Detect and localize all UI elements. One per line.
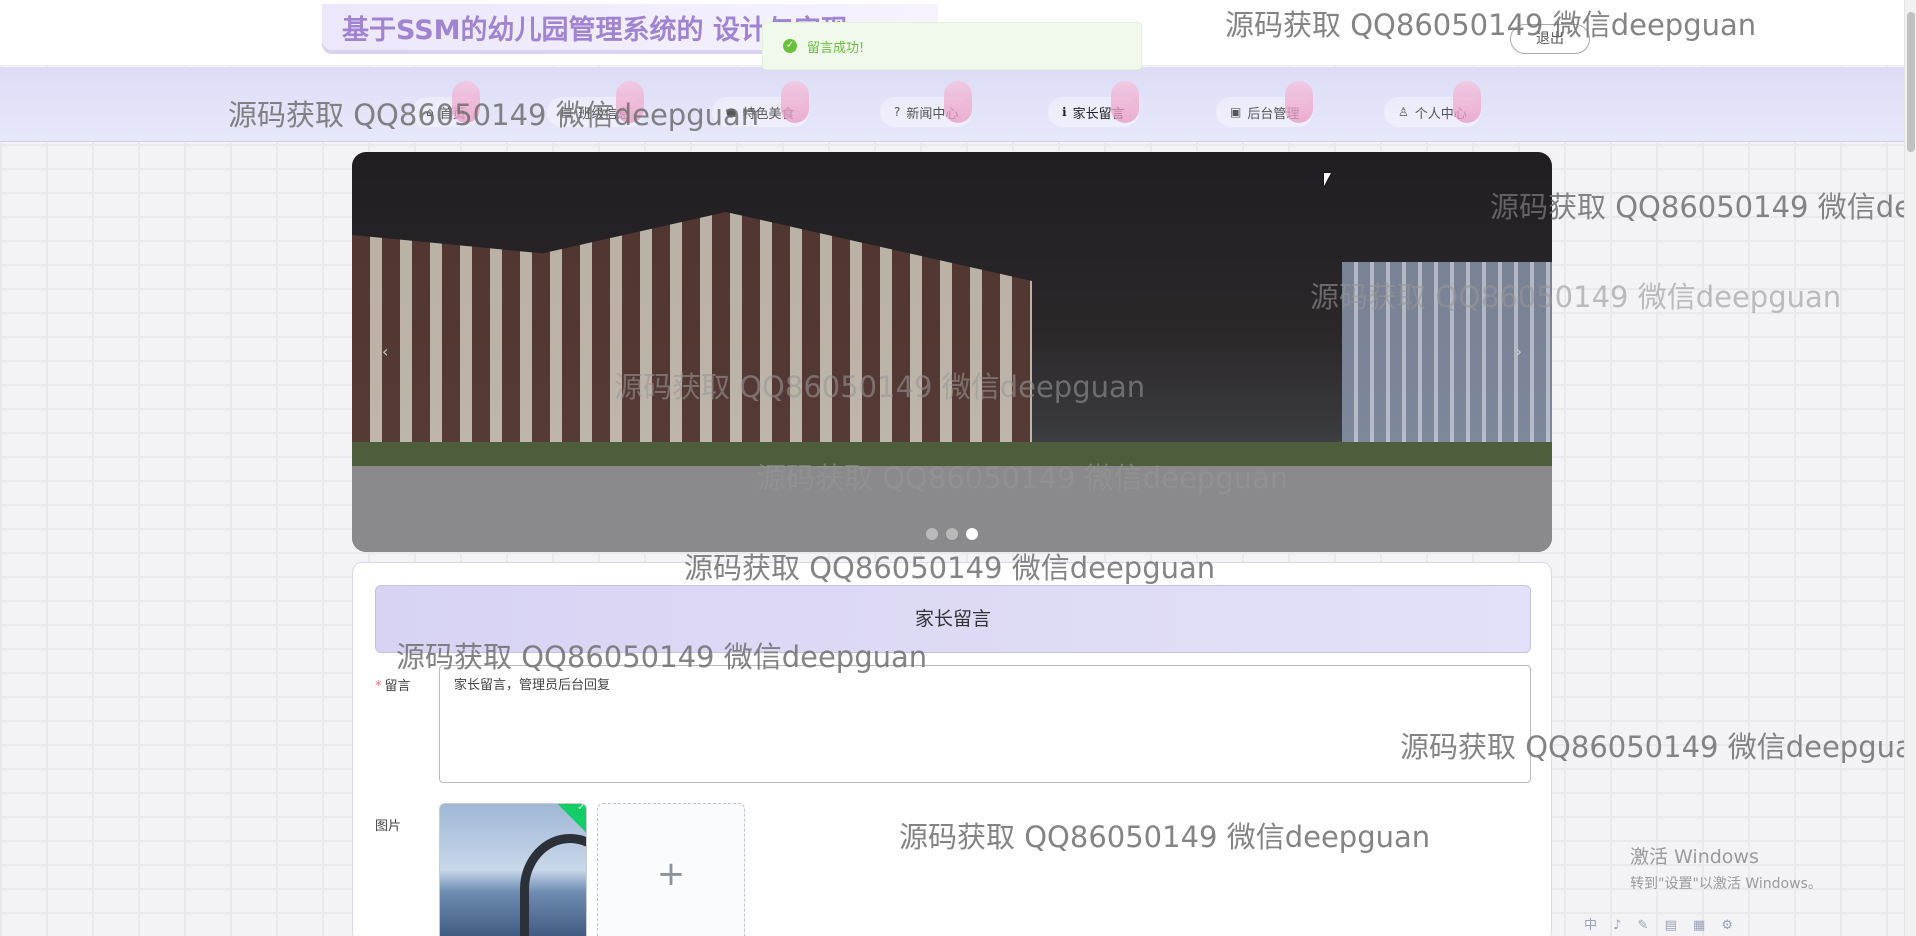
form-heading: 家长留言 [375,585,1531,653]
carousel-indicators [926,528,978,540]
clipboard-icon: ▣ [1230,105,1242,119]
info-icon: ℹ [1062,105,1067,119]
nav-decoration [780,81,809,123]
page-scrollbar[interactable] [1904,0,1916,936]
nav-item-admin[interactable]: ▣ 后台管理 [1216,81,1314,127]
carousel-prev-icon[interactable]: ‹ [382,342,388,361]
message-label: * 留言 [375,679,411,694]
nav-decoration [944,81,973,123]
system-tray: 中 ♪ ✎ ▤ ▦ ⚙ [1584,918,1740,933]
watermark: 源码获取 QQ86050149 微信deepguan [1490,190,1916,224]
scrollbar-thumb[interactable] [1907,12,1915,152]
banner-carousel: ‹ › [352,152,1552,552]
message-form-panel: 家长留言 * 留言 家长留言，管理员后台回复 图片 ✓ + [352,562,1552,936]
nav-item-food[interactable]: ● 特色美食 [712,81,809,127]
mouse-cursor-icon [1324,173,1331,186]
nav-item-parent-message[interactable]: ℹ 家长留言 [1048,81,1139,127]
nav-item-profile[interactable]: ♙ 个人中心 [1384,81,1481,127]
upload-success-badge: ✓ [555,803,586,835]
user-icon: ♙ [1398,105,1409,119]
main-nav: ⌂ 首页 ▤ 班级信息 ● 特色美食 ? 新闻中心 ℹ 家长留言 ▣ 后台管理 … [0,67,1904,142]
toast-message: 留言成功! [807,40,865,56]
required-mark: * [375,679,382,694]
carousel-next-icon[interactable]: › [1516,342,1522,361]
question-icon: ? [894,105,901,119]
check-icon: ✓ [577,803,586,813]
bridge-arc [520,834,586,936]
carousel-dot[interactable] [926,528,938,540]
check-circle-icon: ✓ [783,39,797,53]
list-icon: ▤ [561,105,573,119]
carousel-dot-active[interactable] [966,528,978,540]
nav-decoration [616,81,645,123]
nav-decoration [1452,81,1481,123]
home-icon: ⌂ [426,105,434,119]
nav-decoration [451,81,480,123]
uploaded-image-thumbnail[interactable]: ✓ [439,803,587,936]
nav-item-home[interactable]: ⌂ 首页 [412,81,480,127]
nav-decoration [1285,81,1314,123]
nav-decoration [1110,81,1139,123]
nav-item-class-info[interactable]: ▤ 班级信息 [547,81,645,127]
activate-hint: 转到"设置"以激活 Windows。 [1630,876,1822,892]
image-label: 图片 [375,819,402,834]
message-textarea[interactable]: 家长留言，管理员后台回复 [439,665,1531,783]
windows-activation-notice: 激活 Windows 转到"设置"以激活 Windows。 [1630,842,1822,893]
carousel-image [352,212,1032,442]
carousel-dot[interactable] [946,528,958,540]
food-icon: ● [726,105,737,119]
logout-button[interactable]: 退出 [1510,24,1590,54]
nav-item-news[interactable]: ? 新闻中心 [880,81,973,127]
success-toast: ✓ 留言成功! [762,22,1142,70]
activate-title: 激活 Windows [1630,846,1759,868]
image-upload-button[interactable]: + [597,803,745,936]
